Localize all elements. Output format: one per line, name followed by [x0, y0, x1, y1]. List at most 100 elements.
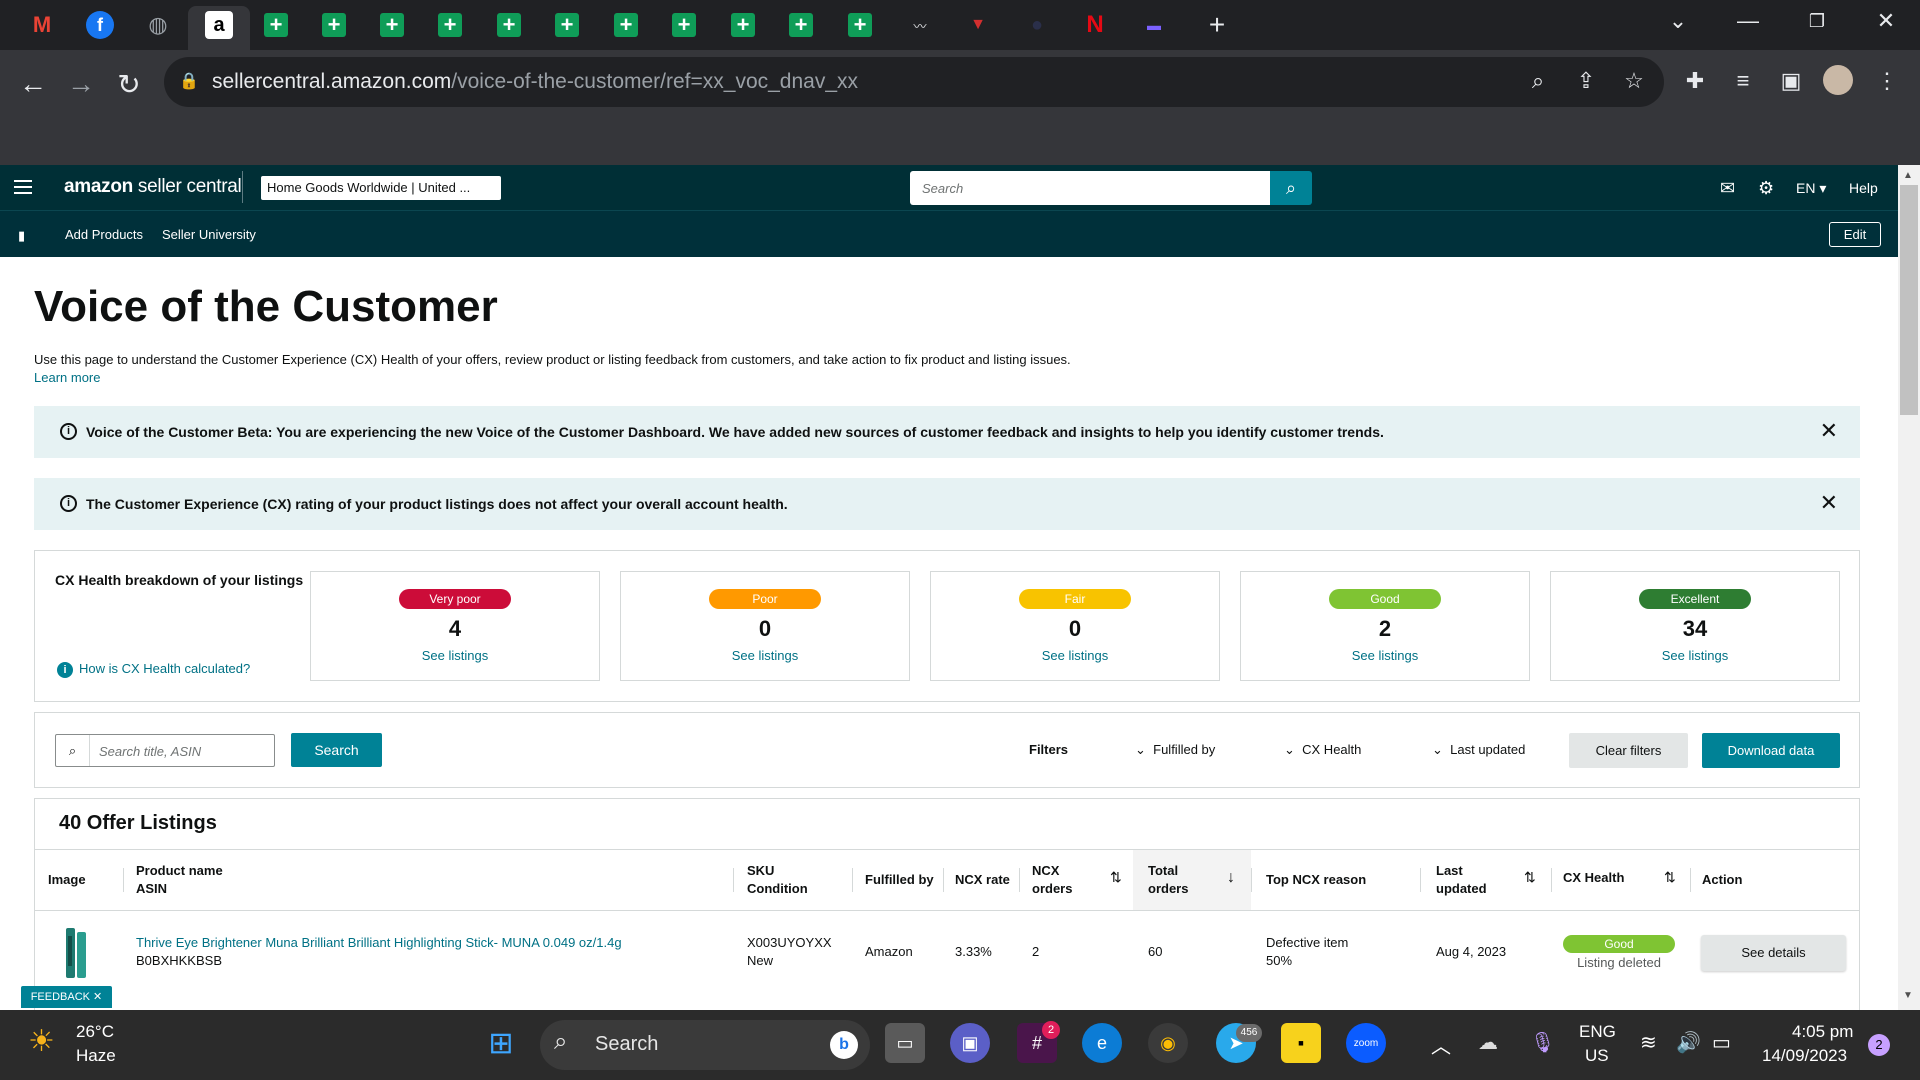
- scroll-up-icon[interactable]: ▲: [1903, 170, 1913, 181]
- edit-nav-button[interactable]: Edit: [1829, 222, 1881, 247]
- last-updated-filter[interactable]: ⌄ Last updated: [1432, 742, 1525, 758]
- netflix-tab-icon[interactable]: N: [1081, 11, 1109, 39]
- amazon-tab-icon[interactable]: a: [205, 11, 233, 39]
- sheets-tab-icon[interactable]: +: [264, 12, 288, 37]
- scrollbar-thumb[interactable]: [1900, 185, 1918, 415]
- col-ncx-orders[interactable]: NCX orders: [1032, 862, 1072, 898]
- hamburger-menu-icon[interactable]: [14, 180, 32, 198]
- zoom-icon[interactable]: ⌕: [1523, 68, 1553, 94]
- sheets-tab-icon[interactable]: +: [731, 12, 755, 37]
- subnav-item-add-products[interactable]: Add Products: [65, 227, 143, 242]
- col-total-orders[interactable]: Total orders: [1148, 862, 1188, 898]
- feedback-tab[interactable]: FEEDBACK ✕: [21, 986, 112, 1008]
- clock-date[interactable]: 14/09/2023: [1762, 1046, 1847, 1066]
- forward-icon[interactable]: →: [63, 66, 99, 102]
- windows-start-icon[interactable]: ⊞: [481, 1023, 521, 1063]
- scroll-down-icon[interactable]: ▼: [1903, 990, 1913, 1001]
- battery-icon[interactable]: ▭: [1712, 1030, 1731, 1055]
- close-window-icon[interactable]: ✕: [1866, 8, 1906, 34]
- search-button[interactable]: Search: [291, 733, 382, 767]
- media-icon[interactable]: ≡: [1727, 68, 1759, 94]
- chart-tab-icon[interactable]: 〰: [906, 11, 934, 39]
- back-icon[interactable]: ←: [15, 66, 51, 102]
- header-search-input[interactable]: Search: [910, 171, 1270, 205]
- learn-more-link[interactable]: Learn more: [34, 370, 100, 385]
- volume-icon[interactable]: 🔊: [1676, 1030, 1701, 1055]
- weather-desc[interactable]: Haze: [76, 1046, 116, 1066]
- weather-temp[interactable]: 26°C: [76, 1022, 114, 1042]
- bing-icon[interactable]: b: [830, 1031, 858, 1059]
- see-details-button[interactable]: See details: [1701, 935, 1846, 971]
- teams-icon[interactable]: ▣: [950, 1023, 990, 1063]
- profile-avatar[interactable]: [1823, 65, 1853, 95]
- language-selector[interactable]: EN ▾: [1796, 180, 1826, 197]
- see-listings-link[interactable]: See listings: [311, 648, 599, 663]
- site-tab-icon[interactable]: ▬: [1140, 11, 1168, 39]
- bookmark-icon[interactable]: ▮: [18, 228, 25, 244]
- sheets-tab-icon[interactable]: +: [380, 12, 404, 37]
- see-listings-link[interactable]: See listings: [931, 648, 1219, 663]
- sheets-tab-icon[interactable]: +: [555, 12, 579, 37]
- wifi-icon[interactable]: ≋: [1640, 1030, 1657, 1055]
- sticky-notes-icon[interactable]: ▪: [1281, 1023, 1321, 1063]
- close-icon[interactable]: ✕: [1820, 490, 1838, 516]
- gmail-tab-icon[interactable]: M: [28, 11, 56, 39]
- see-listings-link[interactable]: See listings: [621, 648, 909, 663]
- clock-time[interactable]: 4:05 pm: [1792, 1022, 1853, 1042]
- menu-kebab-icon[interactable]: ⋮: [1871, 68, 1903, 94]
- col-last-updated[interactable]: Last updated: [1436, 862, 1487, 898]
- weather-icon[interactable]: ☀: [28, 1024, 55, 1059]
- dark-circle-tab-icon[interactable]: ●: [1023, 11, 1051, 39]
- sheets-tab-icon[interactable]: +: [322, 12, 346, 37]
- restore-icon[interactable]: ❐: [1797, 11, 1837, 32]
- bookmark-star-icon[interactable]: ☆: [1619, 68, 1649, 94]
- product-name-link[interactable]: Thrive Eye Brightener Muna Brilliant Bri…: [136, 934, 622, 952]
- clear-filters-button[interactable]: Clear filters: [1569, 733, 1688, 768]
- minimize-icon[interactable]: —: [1728, 8, 1768, 34]
- fulfilled-by-filter[interactable]: ⌄ Fulfilled by: [1135, 742, 1215, 758]
- sheets-tab-icon[interactable]: +: [789, 12, 813, 37]
- reload-icon[interactable]: ↻: [111, 66, 147, 102]
- see-listings-link[interactable]: See listings: [1241, 648, 1529, 663]
- globe-tab-icon[interactable]: ◍: [144, 11, 172, 39]
- input-language[interactable]: ENG: [1579, 1022, 1616, 1042]
- sort-icon[interactable]: ⇅: [1524, 869, 1536, 886]
- see-listings-link[interactable]: See listings: [1551, 648, 1839, 663]
- side-panel-icon[interactable]: ▣: [1775, 68, 1807, 94]
- sort-icon[interactable]: ⇅: [1664, 869, 1676, 886]
- download-data-button[interactable]: Download data: [1702, 733, 1840, 768]
- sheets-tab-icon[interactable]: +: [438, 12, 462, 37]
- notification-center-badge[interactable]: 2: [1868, 1034, 1890, 1056]
- microphone-icon[interactable]: 🎙: [1530, 1030, 1555, 1055]
- lock-icon[interactable]: 🔒: [174, 71, 204, 91]
- subnav-item-seller-university[interactable]: Seller University: [162, 227, 256, 242]
- sheets-tab-icon[interactable]: +: [614, 12, 638, 37]
- cx-health-filter[interactable]: ⌄ CX Health: [1284, 742, 1361, 758]
- close-icon[interactable]: ✕: [1820, 418, 1838, 444]
- tab-search-icon[interactable]: ⌄: [1658, 8, 1698, 34]
- facebook-tab-icon[interactable]: f: [86, 11, 114, 39]
- store-selector[interactable]: Home Goods Worldwide | United ...: [261, 176, 501, 200]
- sheets-tab-icon[interactable]: +: [497, 12, 521, 37]
- url-text[interactable]: sellercentral.amazon.com/voice-of-the-cu…: [212, 70, 858, 94]
- chrome-icon[interactable]: ◉: [1148, 1023, 1188, 1063]
- new-tab-icon[interactable]: +: [1203, 9, 1231, 40]
- sheets-tab-icon[interactable]: +: [848, 12, 872, 37]
- sort-descending-icon[interactable]: ↓: [1227, 869, 1235, 887]
- site-tab-icon[interactable]: ▼: [964, 11, 992, 39]
- help-link[interactable]: Help: [1849, 180, 1878, 196]
- cloud-icon[interactable]: ☁: [1478, 1030, 1498, 1055]
- zoom-icon[interactable]: zoom: [1346, 1023, 1386, 1063]
- sheets-tab-icon[interactable]: +: [672, 12, 696, 37]
- product-image[interactable]: [62, 926, 92, 980]
- share-icon[interactable]: ⇪: [1571, 68, 1601, 94]
- cx-health-how-link[interactable]: i How is CX Health calculated?: [57, 661, 250, 678]
- mail-icon[interactable]: ✉: [1720, 178, 1735, 199]
- taskbar-search[interactable]: ⌕ Search b: [540, 1020, 870, 1070]
- listing-search-input[interactable]: ⌕ Search title, ASIN: [55, 734, 275, 767]
- sort-icon[interactable]: ⇅: [1110, 869, 1122, 886]
- task-view-icon[interactable]: ▭: [885, 1023, 925, 1063]
- seller-central-logo[interactable]: amazon seller central: [64, 176, 242, 198]
- input-region[interactable]: US: [1585, 1046, 1609, 1066]
- edge-icon[interactable]: e: [1082, 1023, 1122, 1063]
